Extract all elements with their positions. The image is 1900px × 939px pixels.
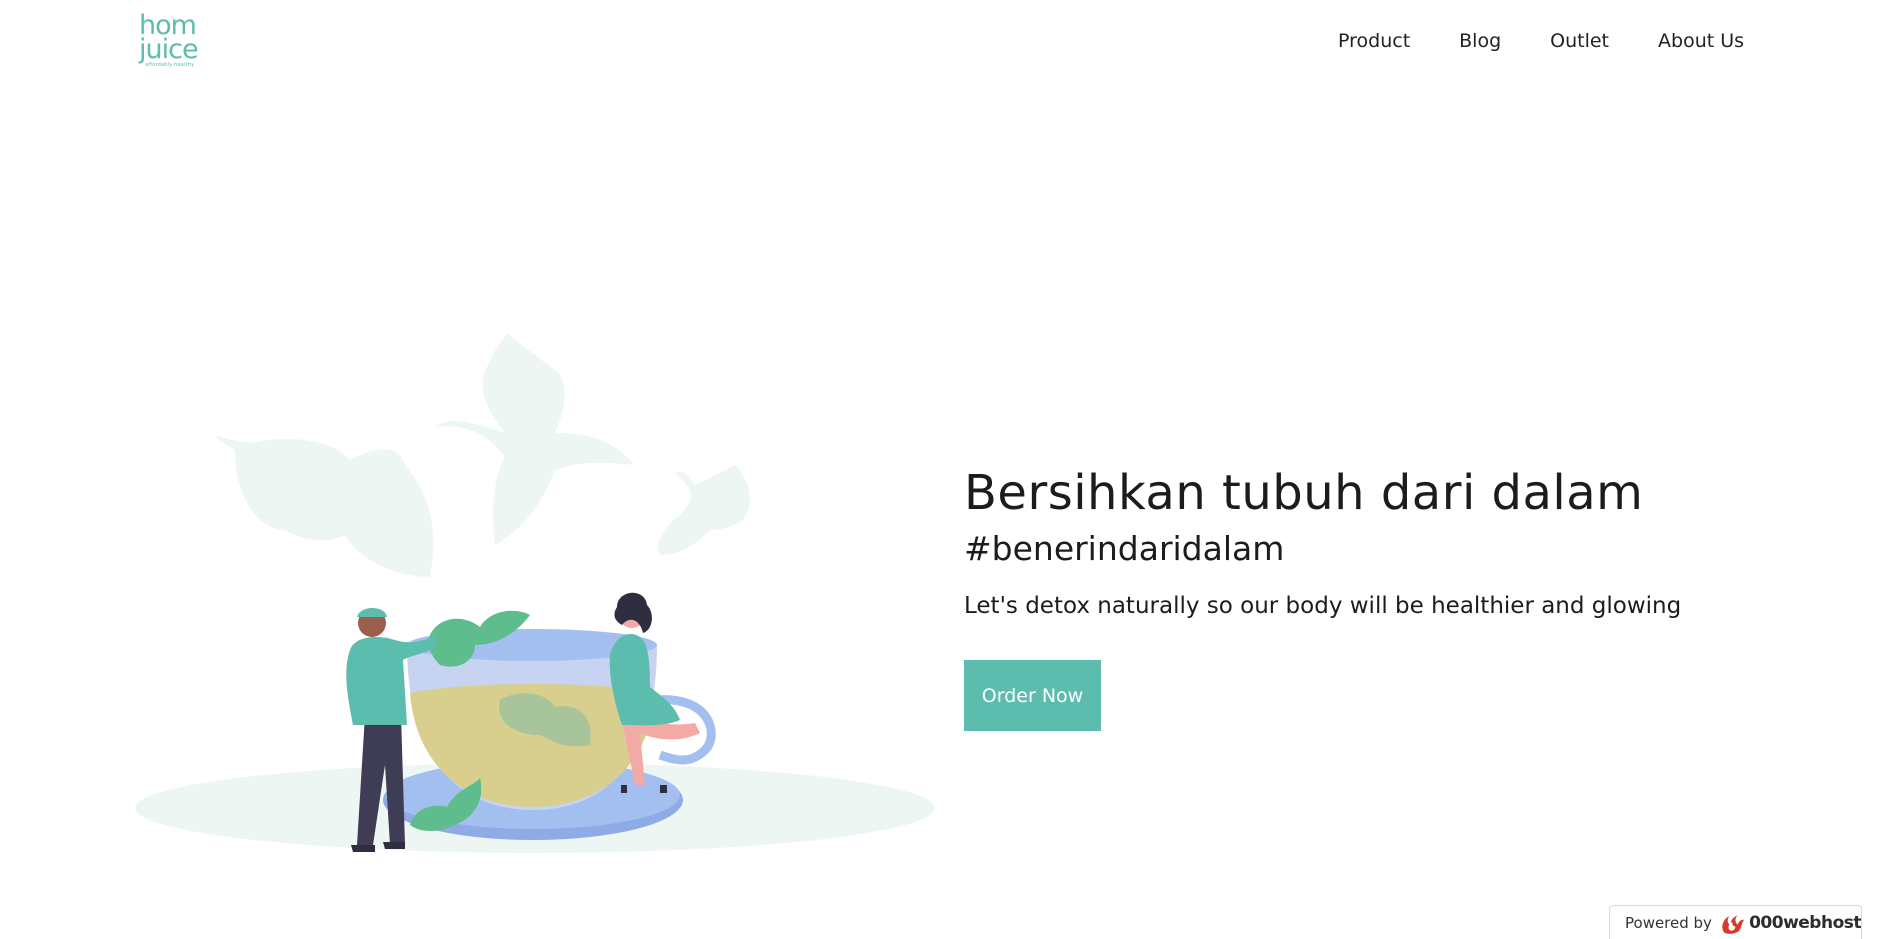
order-now-button[interactable]: Order Now [964, 660, 1101, 731]
tea-cup-illustration [135, 333, 935, 853]
hero-section: Bersihkan tubuh dari dalam #benerindarid… [964, 462, 1864, 731]
hero-hashtag: #benerindaridalam [964, 529, 1285, 568]
nav-outlet[interactable]: Outlet [1550, 29, 1609, 53]
main-nav: Product Blog Outlet About Us [1338, 29, 1744, 53]
000webhost-flame-icon [1722, 914, 1745, 934]
hero-title: Bersihkan tubuh dari dalam [964, 465, 1644, 521]
nav-product[interactable]: Product [1338, 29, 1410, 53]
nav-blog[interactable]: Blog [1459, 29, 1501, 53]
hero-subtitle: Let's detox naturally so our body will b… [964, 593, 1682, 619]
nav-about-us[interactable]: About Us [1658, 29, 1744, 53]
homjuice-logo[interactable]: hom juice affordably healthy [139, 12, 213, 68]
powered-by-label: Powered by [1625, 913, 1712, 932]
000webhost-brand: 000webhost [1749, 912, 1861, 933]
logo-tagline: affordably healthy [145, 62, 195, 68]
powered-by-badge[interactable]: Powered by 000webhost [1609, 905, 1862, 939]
site-header: hom juice affordably healthy Product Blo… [0, 0, 1900, 84]
logo-text-line2: juice [139, 34, 199, 65]
